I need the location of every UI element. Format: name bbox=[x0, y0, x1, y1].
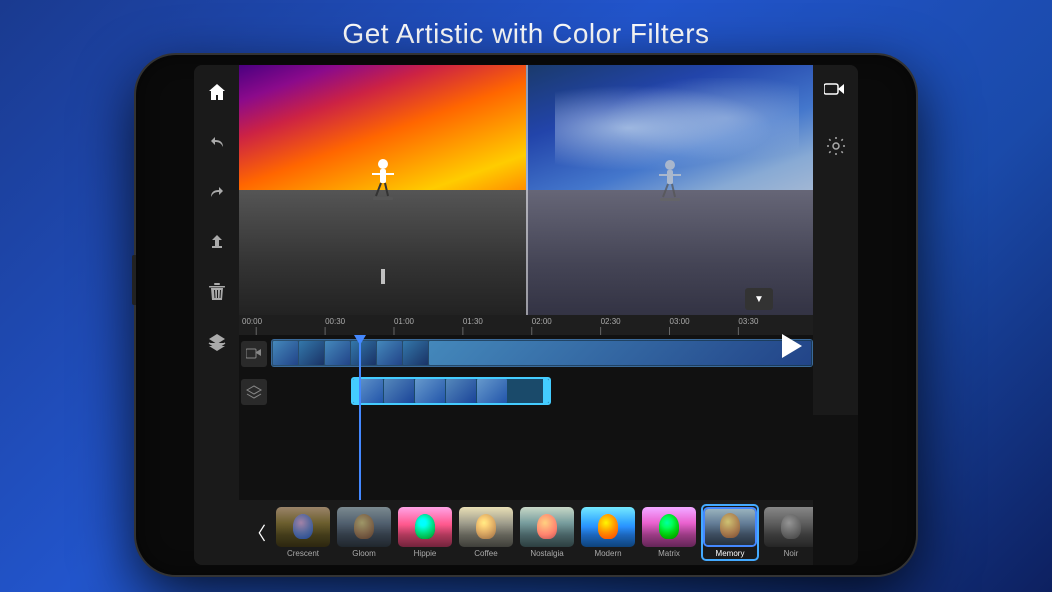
timeline-area bbox=[239, 335, 813, 500]
video-right bbox=[526, 65, 813, 315]
upload-icon[interactable] bbox=[202, 227, 232, 257]
filter-item-crescent[interactable]: Crescent bbox=[274, 507, 332, 558]
filter-item-memory[interactable]: Memory bbox=[701, 504, 759, 561]
ruler-label-3: 01:30 bbox=[463, 317, 483, 326]
filter-item-modern[interactable]: Modern bbox=[579, 507, 637, 558]
ruler-label-4: 02:00 bbox=[532, 317, 552, 326]
filter-label-modern: Modern bbox=[594, 549, 621, 558]
filter-label-memory: Memory bbox=[716, 549, 745, 558]
playhead[interactable] bbox=[359, 335, 361, 500]
filter-label-crescent: Crescent bbox=[287, 549, 319, 558]
ruler-label-7: 03:30 bbox=[738, 317, 758, 326]
phone-side-button bbox=[132, 255, 136, 305]
play-button-area[interactable] bbox=[773, 327, 811, 365]
track-content-2[interactable] bbox=[271, 377, 813, 407]
filter-item-nostalgia[interactable]: Nostalgia bbox=[518, 507, 576, 558]
phone-body: ▼ 00:00 00:30 01:00 01:30 02:00 02:30 03… bbox=[136, 55, 916, 575]
filter-label-gloom: Gloom bbox=[352, 549, 376, 558]
delete-icon[interactable] bbox=[202, 277, 232, 307]
filter-item-coffee[interactable]: Coffee bbox=[457, 507, 515, 558]
undo-icon[interactable] bbox=[202, 127, 232, 157]
filter-item-hippie[interactable]: Hippie bbox=[396, 507, 454, 558]
track-row-2 bbox=[239, 373, 813, 411]
filter-label-nostalgia: Nostalgia bbox=[530, 549, 563, 558]
filter-item-matrix[interactable]: Matrix bbox=[640, 507, 698, 558]
filter-label-hippie: Hippie bbox=[414, 549, 437, 558]
ruler-label-2: 01:00 bbox=[394, 317, 414, 326]
filter-item-gloom[interactable]: Gloom bbox=[335, 507, 393, 558]
export-icon[interactable] bbox=[821, 77, 851, 107]
video-divider bbox=[526, 65, 528, 315]
filter-label-coffee: Coffee bbox=[474, 549, 497, 558]
skater-figure-filtered bbox=[655, 155, 685, 210]
timeline-ruler: 00:00 00:30 01:00 01:30 02:00 02:30 03:0… bbox=[239, 315, 813, 335]
left-toolbar bbox=[194, 65, 239, 565]
dropdown-btn[interactable]: ▼ bbox=[745, 288, 773, 310]
video-preview bbox=[239, 65, 813, 315]
redo-icon[interactable] bbox=[202, 177, 232, 207]
skater-figure bbox=[368, 154, 398, 210]
ruler-label-0: 00:00 bbox=[242, 317, 262, 326]
ruler-label-6: 03:00 bbox=[670, 317, 690, 326]
home-icon[interactable] bbox=[202, 77, 232, 107]
track-row-1 bbox=[239, 335, 813, 373]
settings-icon[interactable] bbox=[821, 131, 851, 161]
video-left bbox=[239, 65, 526, 315]
layers-icon[interactable] bbox=[202, 327, 232, 357]
track-icon-layers bbox=[241, 379, 267, 405]
track-content-1[interactable] bbox=[271, 339, 813, 369]
filter-strip: 〈 Crescent Gloom bbox=[239, 500, 813, 565]
ruler-label-1: 00:30 bbox=[325, 317, 345, 326]
back-button[interactable]: 〈 bbox=[243, 513, 271, 553]
filter-label-noir: Noir bbox=[784, 549, 799, 558]
ruler-label-5: 02:30 bbox=[601, 317, 621, 326]
filter-label-matrix: Matrix bbox=[658, 549, 680, 558]
phone-container: ▼ 00:00 00:30 01:00 01:30 02:00 02:30 03… bbox=[136, 55, 916, 575]
phone-screen: ▼ 00:00 00:30 01:00 01:30 02:00 02:30 03… bbox=[194, 65, 858, 565]
page-title: Get Artistic with Color Filters bbox=[0, 0, 1052, 62]
filter-item-noir[interactable]: Noir bbox=[762, 507, 813, 558]
right-toolbar bbox=[813, 65, 858, 415]
track-icon-video bbox=[241, 341, 267, 367]
